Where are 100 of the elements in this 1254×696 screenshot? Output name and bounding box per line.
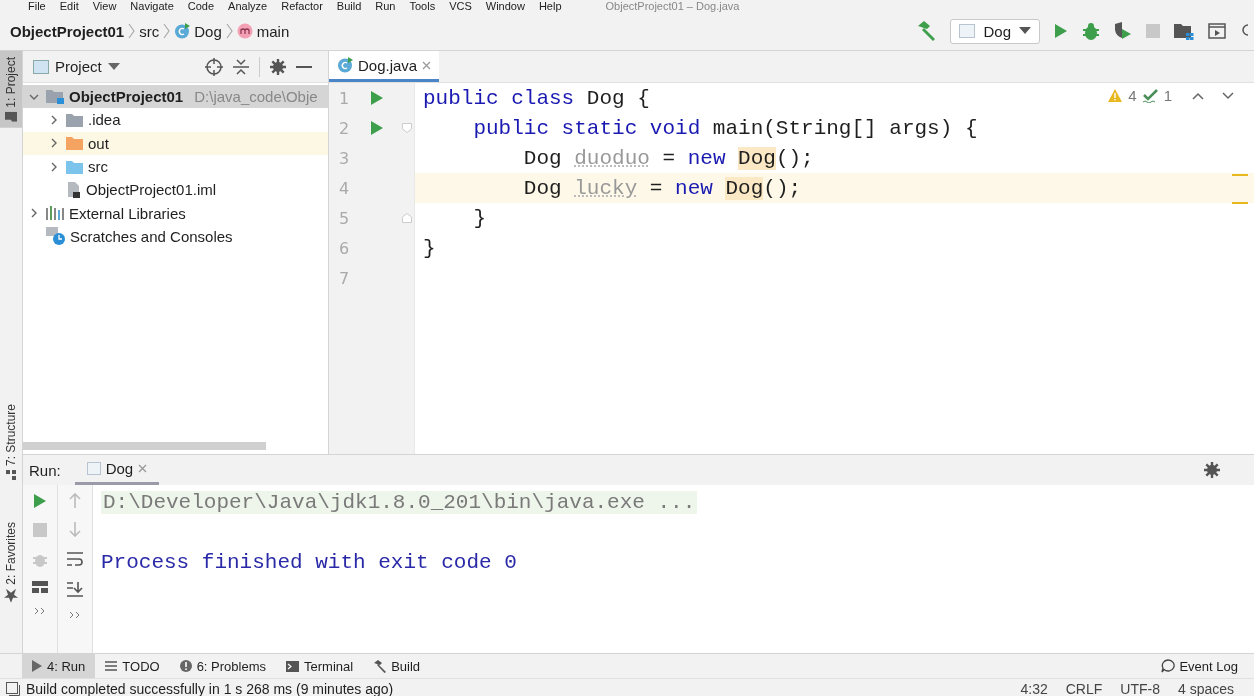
close-icon[interactable] [422,60,432,70]
menu-item[interactable]: Edit [59,0,79,12]
settings-icon[interactable] [1204,462,1220,479]
more-icon[interactable] [34,607,46,616]
scratches-icon [46,227,65,246]
status-message: Build completed successfully in 1 s 268 ms (9 minutes ago) [26,681,394,696]
chevron-up-icon[interactable] [1192,91,1204,100]
window-icon [33,59,49,74]
tree-item[interactable]: External Libraries [69,204,186,222]
menu-item[interactable]: Run [375,0,396,12]
module-folder-icon [46,89,64,105]
tool-window-tab[interactable]: 6: Problems [169,654,276,678]
hammer-icon [373,659,387,673]
menu-item[interactable]: VCS [449,0,472,12]
indent-setting[interactable]: 4 spaces [1177,681,1234,696]
line-number: 3 [337,148,351,168]
rerun-icon[interactable] [33,493,47,510]
tool-window-tab[interactable]: Build [363,654,431,678]
code-line: } [472,206,486,230]
tool-window-tab[interactable]: TODO [95,654,170,678]
side-tab[interactable]: 7: Structure [0,398,22,487]
menu-item[interactable]: Code [187,0,215,12]
layout-icon[interactable] [32,581,48,594]
code-line: public class Dog { [423,86,650,110]
line-number: 2 [337,118,351,138]
shield-play-icon[interactable] [1114,22,1132,40]
folder-icon [5,111,17,122]
side-tab[interactable]: 1: Project [0,51,22,128]
code-line: } [423,236,436,260]
line-number: 1 [337,88,351,108]
code-line: Dog duoduo = new Dog(); [522,146,814,170]
typo-check-icon [1142,88,1158,103]
tool-window-tab[interactable]: Terminal [276,654,364,678]
window-play-icon[interactable] [1208,23,1226,39]
caret-position[interactable]: 4:32 [1020,681,1048,696]
line-number: 7 [337,268,351,288]
scroll-to-end-icon[interactable] [67,581,83,598]
project-path: D:\java_code\Obje [194,88,318,106]
warning-count: 4 [1128,87,1137,104]
file-encoding[interactable]: UTF-8 [1120,681,1160,696]
tool-window-tab[interactable]: 4: Run [22,654,96,678]
tree-item[interactable]: out [88,134,109,152]
line-number: 4 [337,178,351,198]
project-view-dropdown[interactable]: Project [33,58,120,75]
tree-item[interactable]: src [88,158,108,176]
event-log-button[interactable]: Event Log [1155,657,1254,675]
typo-count: 1 [1163,87,1172,104]
star-icon [4,589,18,603]
close-icon[interactable] [138,464,148,474]
run-gutter-icon[interactable] [370,120,384,136]
locate-icon[interactable] [205,57,223,76]
menu-item[interactable]: Tools [409,0,436,12]
menu-item[interactable]: View [92,0,117,12]
menu-item[interactable]: Build [336,0,362,12]
breadcrumb[interactable]: ObjectProject01 [10,22,125,40]
code-line: public static void main(String[] args) { [472,116,978,140]
collapse-all-icon[interactable] [233,58,249,75]
caret-icon [1019,27,1031,35]
menu-item[interactable]: Window [485,0,525,12]
tree-item[interactable]: Scratches and Consoles [70,227,233,245]
settings-icon[interactable] [270,58,286,75]
editor-tab[interactable]: Dog.java [329,51,440,82]
code-line: Dog lucky = new Dog(); [522,176,802,200]
bug-icon[interactable] [1082,22,1100,40]
menu-item[interactable]: Refactor [281,0,323,12]
menu-item[interactable]: Analyze [228,0,268,12]
chevron-down-icon[interactable] [1222,91,1234,100]
soft-wrap-icon[interactable] [67,551,83,568]
tree-item[interactable]: ObjectProject01.iml [86,181,217,199]
menu-item[interactable]: Help [538,0,562,12]
list-icon [105,661,118,671]
folder-grid-icon[interactable] [1174,22,1194,40]
window-icon [959,24,976,38]
side-tab[interactable]: 2: Favorites [0,516,22,609]
libraries-icon [46,206,64,221]
menu-item[interactable]: Navigate [130,0,174,12]
panel-title: Run: [29,461,61,479]
run-config-dropdown[interactable]: Dog [950,18,1040,44]
breadcrumb[interactable]: src [139,22,160,40]
tree-item[interactable]: .idea [88,111,121,129]
run-gutter-icon[interactable] [370,90,384,106]
line-number: 6 [337,238,351,258]
menu-item[interactable]: File [28,0,46,12]
window-title: ObjectProject01 – Dog.java [605,0,740,12]
structure-icon [6,470,16,481]
scrollbar-thumb[interactable] [23,442,266,451]
more-icon[interactable] [69,611,81,620]
class-icon [337,57,353,73]
window-icon[interactable] [6,682,20,696]
hammer-icon[interactable] [916,21,937,41]
window-icon [86,462,101,476]
tree-item[interactable]: ObjectProject01 [69,88,184,106]
warning-icon [1108,89,1123,102]
line-separator[interactable]: CRLF [1065,681,1103,696]
console-line: Process finished with exit code 0 [101,550,517,574]
line-number: 5 [337,208,351,228]
run-icon[interactable] [1054,23,1068,39]
file-icon [66,181,81,199]
breadcrumb[interactable]: Dog [194,22,222,40]
breadcrumb[interactable]: main [256,22,290,40]
